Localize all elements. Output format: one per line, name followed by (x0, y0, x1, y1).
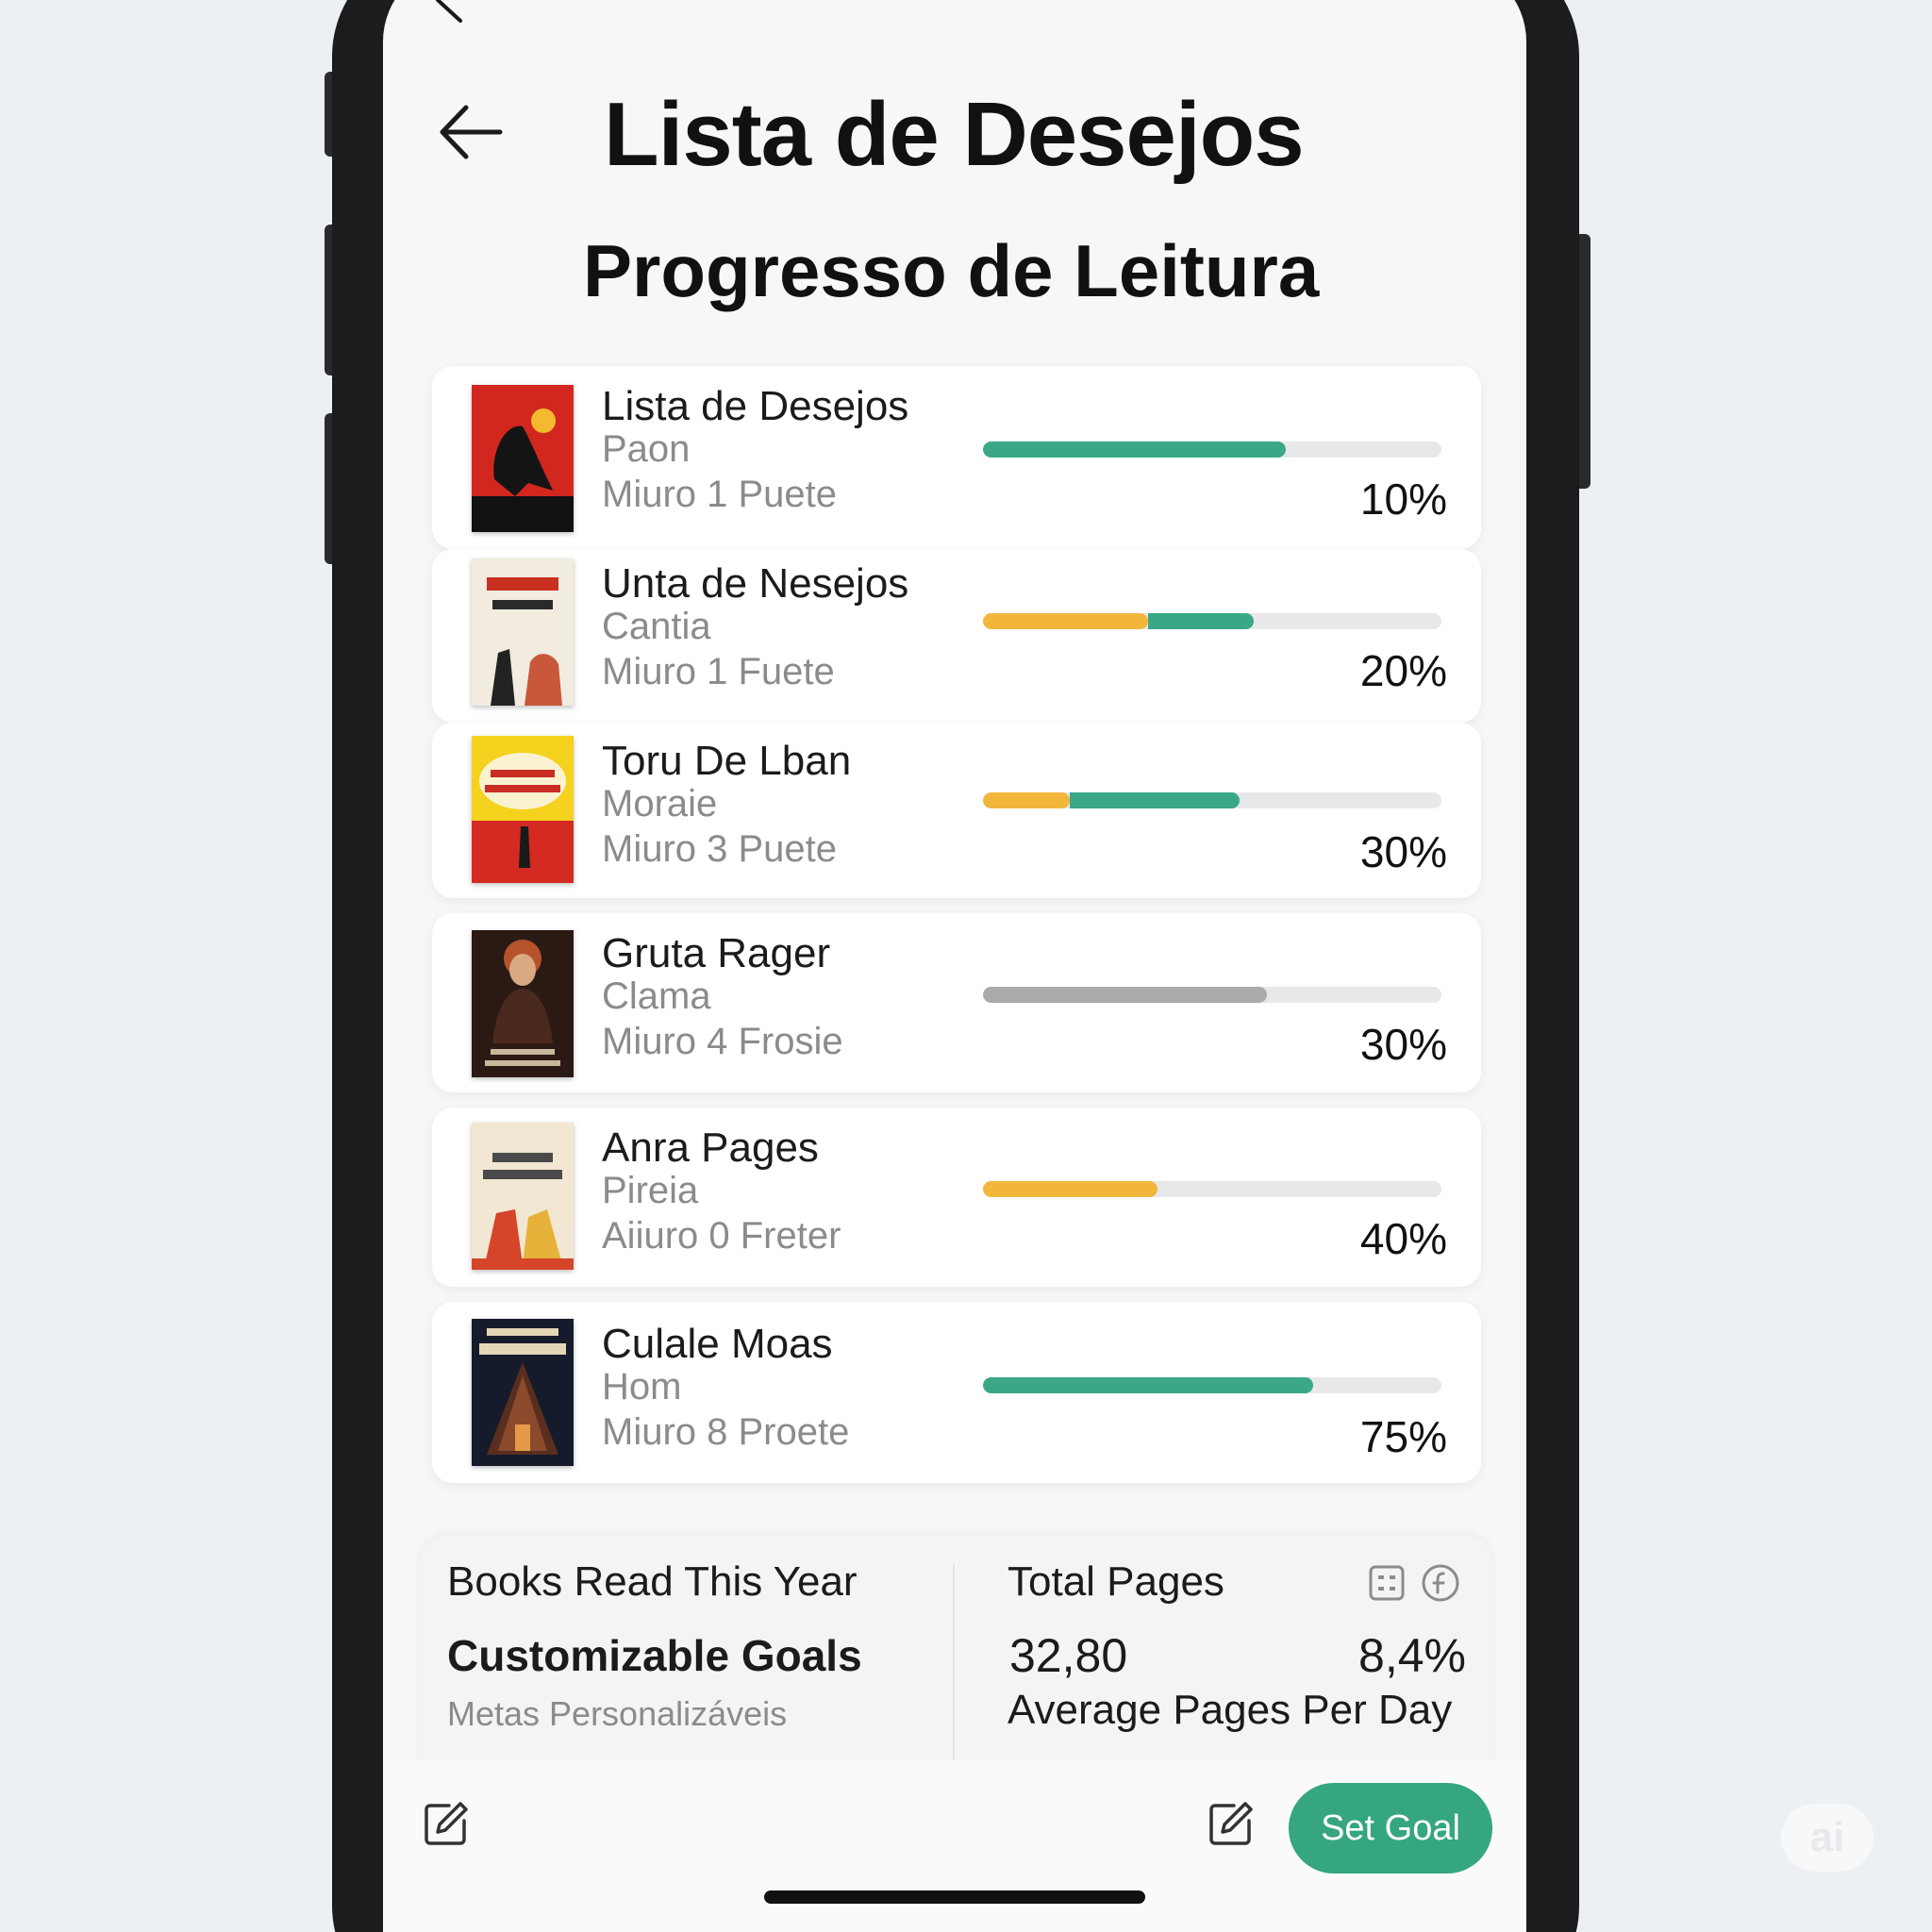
progress-fill-segment (983, 441, 1286, 458)
progress-fill-segment (983, 1377, 1313, 1393)
progress-fill-segment (983, 1181, 1158, 1197)
set-goal-button[interactable]: Set Goal (1289, 1783, 1492, 1874)
partial-back-chevron-icon (436, 0, 462, 23)
share-edit-icon[interactable] (1206, 1800, 1255, 1849)
stats-divider (953, 1564, 955, 1779)
book-cover (472, 1123, 574, 1270)
progress-fill-segment (983, 792, 1071, 808)
book-title: Gruta Rager (602, 930, 831, 976)
progress-fill-segment (1147, 613, 1254, 629)
book-cover-art (472, 385, 574, 532)
average-pages-label: Average Pages Per Day (1008, 1687, 1453, 1733)
book-cover (472, 385, 574, 532)
progress-percent: 75% (1359, 1412, 1447, 1461)
edit-icon[interactable] (421, 1800, 470, 1849)
page-subtitle: Progresso de Leitura (583, 229, 1320, 312)
book-cover-art (472, 736, 574, 883)
book-author: Hom (602, 1366, 682, 1407)
book-title: Unta de Nesejos (602, 560, 909, 607)
watermark-logo: ai (1781, 1804, 1874, 1872)
progress-bar (983, 1181, 1441, 1197)
book-meta: Miuro 1 Fuete (602, 651, 835, 692)
book-author: Pireia (602, 1170, 699, 1211)
book-title: Culale Moas (602, 1321, 833, 1367)
progress-bar (983, 987, 1441, 1003)
book-cover (472, 736, 574, 883)
book-card[interactable]: Unta de Nesejos Cantia Miuro 1 Fuete 20% (432, 549, 1481, 723)
book-meta: Miuro 3 Puete (602, 828, 838, 870)
progress-fill-segment (1070, 792, 1241, 808)
total-pages-value: 32,80 (1009, 1629, 1128, 1682)
info-circle-icon[interactable] (1421, 1563, 1460, 1603)
goals-label: Customizable Goals (447, 1631, 862, 1680)
book-title: Lista de Desejos (602, 383, 909, 429)
progress-percent: 30% (1359, 1020, 1447, 1069)
book-card[interactable]: Anra Pages Pireia Aiiuro 0 Freter 40% (432, 1108, 1481, 1287)
book-cover-art (472, 558, 574, 706)
progress-percent: 20% (1359, 646, 1447, 695)
book-cover-art (472, 1319, 574, 1466)
book-cover (472, 558, 574, 706)
book-cover-art (472, 930, 574, 1077)
progress-bar (983, 441, 1441, 458)
book-title: Toru De Lban (602, 738, 852, 784)
progress-fill-segment (983, 987, 1268, 1003)
book-card[interactable]: Culale Moas Hom Miuro 8 Proete 75% (432, 1302, 1481, 1483)
book-meta: Miuro 4 Frosie (602, 1021, 843, 1062)
progress-fill-segment (983, 613, 1148, 629)
books-read-label: Books Read This Year (447, 1558, 858, 1605)
book-author: Moraie (602, 783, 718, 824)
progress-bar (983, 1377, 1441, 1393)
goals-sublabel: Metas Personalizáveis (447, 1694, 788, 1733)
book-author: Cantia (602, 606, 711, 647)
book-meta: Miuro 8 Proete (602, 1411, 850, 1453)
progress-percent: 40% (1359, 1214, 1447, 1263)
book-cover-art (472, 1123, 574, 1270)
book-meta: Aiiuro 0 Freter (602, 1215, 841, 1257)
book-meta: Miuro 1 Puete (602, 474, 838, 515)
book-title: Anra Pages (602, 1124, 819, 1171)
progress-bar (983, 792, 1441, 808)
book-author: Clama (602, 975, 711, 1017)
progress-percent: 10% (1359, 475, 1447, 524)
page-title: Lista de Desejos (604, 84, 1305, 185)
back-arrow-icon[interactable] (438, 102, 504, 162)
pages-percent-value: 8,4% (1358, 1629, 1466, 1682)
book-card[interactable]: Gruta Rager Clama Miuro 4 Frosie 30% (432, 913, 1481, 1092)
calculator-icon[interactable] (1368, 1564, 1406, 1602)
progress-percent: 30% (1359, 827, 1447, 876)
book-author: Paon (602, 428, 691, 470)
power-button (1577, 234, 1591, 489)
total-pages-label: Total Pages (1008, 1558, 1224, 1605)
book-card[interactable]: Lista de Desejos Paon Miuro 1 Puete 10% (432, 366, 1481, 549)
home-indicator (764, 1890, 1145, 1904)
book-card[interactable]: Toru De Lban Moraie Miuro 3 Puete 30% (432, 723, 1481, 898)
book-cover (472, 1319, 574, 1466)
progress-bar (983, 613, 1441, 629)
book-cover (472, 930, 574, 1077)
